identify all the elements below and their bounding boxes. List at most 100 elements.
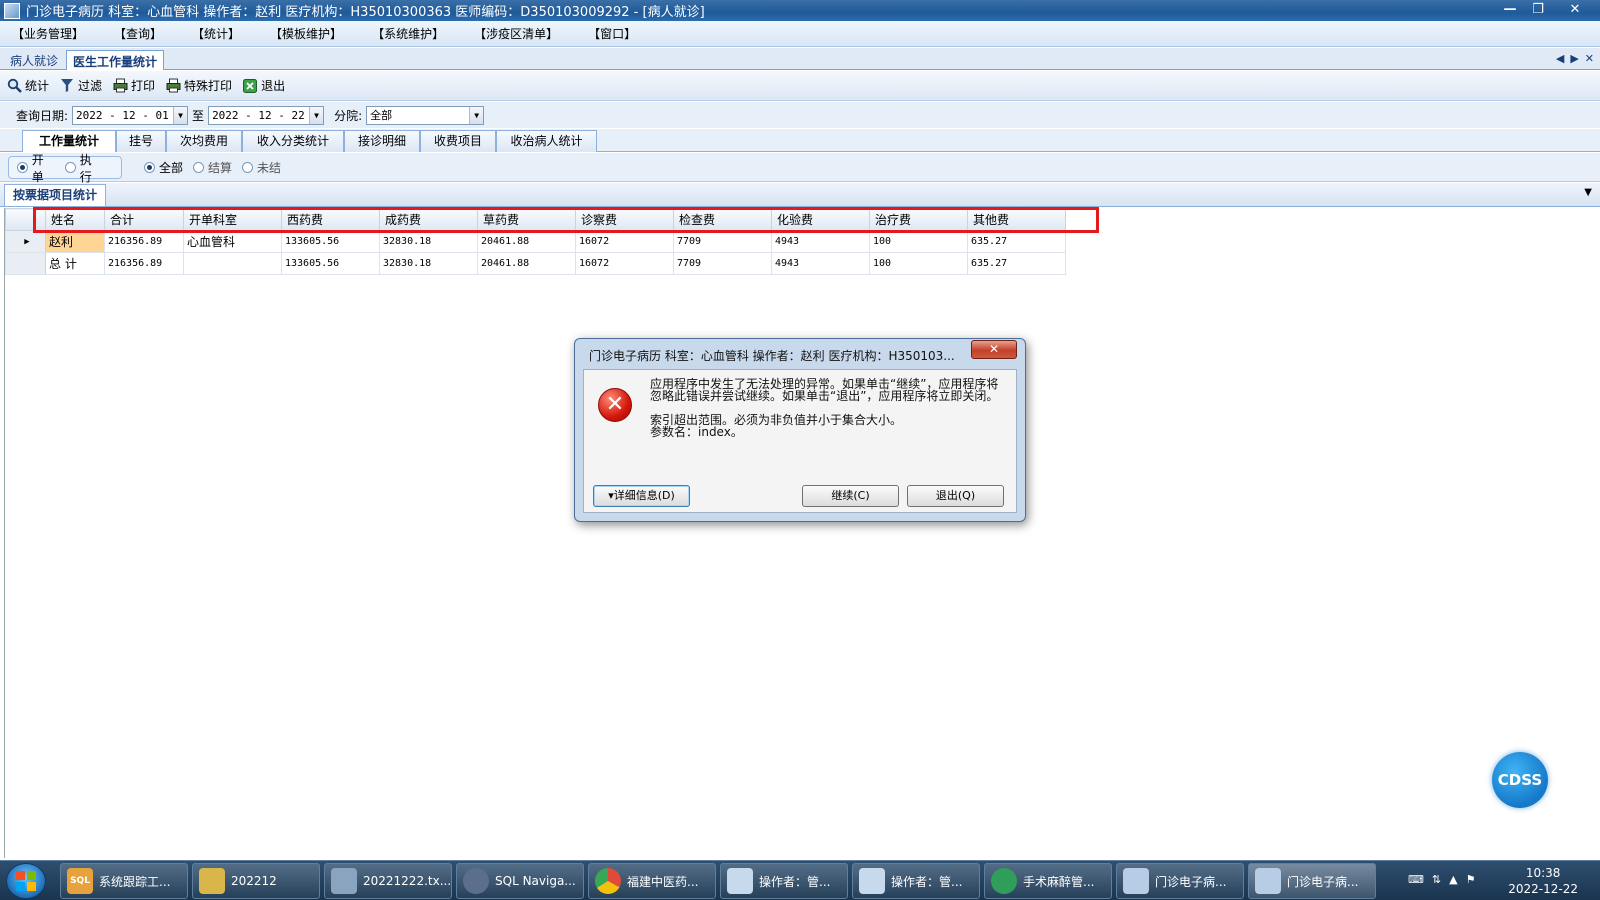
taskbar-item[interactable]: 操作者：管...	[852, 863, 980, 899]
tab-prev-icon[interactable]: ◀	[1556, 52, 1564, 65]
table-cell[interactable]: 216356.89	[104, 230, 184, 253]
radio-dot	[144, 162, 155, 173]
quit-button[interactable]: 退出(Q)	[907, 485, 1004, 507]
restore-button[interactable]: ❐	[1524, 0, 1552, 19]
branch-select[interactable]: 全部 ▼	[366, 105, 485, 125]
table-cell[interactable]: 32830.18	[379, 252, 478, 275]
current-row-marker[interactable]: ▶	[5, 230, 46, 253]
tab-workload-statistics[interactable]: 工作量统计	[22, 130, 116, 152]
tab-next-icon[interactable]: ▶	[1570, 52, 1578, 65]
taskbar-item[interactable]: 福建中医药...	[588, 863, 716, 899]
chevron-down-icon[interactable]: ▼	[309, 106, 324, 124]
taskbar-item-active[interactable]: 门诊电子病...	[1248, 863, 1376, 899]
print-button[interactable]: 打印	[112, 77, 155, 94]
function-tabs: 工作量统计 挂号 次均费用 收入分类统计 接诊明细 收费项目 收治病人统计	[0, 129, 1600, 152]
taskbar-item[interactable]: 手术麻醉管...	[984, 863, 1112, 899]
table-cell[interactable]: 133605.56	[281, 252, 380, 275]
tab-admitted-patients[interactable]: 收治病人统计	[496, 130, 597, 152]
exit-icon	[242, 78, 258, 94]
cdss-button[interactable]: CDSS	[1492, 752, 1548, 808]
menu-system[interactable]: 【系统维护】	[372, 25, 444, 42]
special-print-button[interactable]: 特殊打印	[165, 77, 232, 94]
table-cell[interactable]: 100	[869, 252, 968, 275]
date-to-picker[interactable]: 2022 - 12 - 22 ▼	[208, 105, 325, 125]
clock[interactable]: 10:38 2022-12-22	[1508, 865, 1578, 897]
table-cell[interactable]: 4943	[771, 230, 870, 253]
table-cell[interactable]: 216356.89	[104, 252, 184, 275]
error-message-param: 参数名：index。	[650, 425, 743, 439]
network-icon[interactable]: ⇅	[1432, 873, 1441, 886]
table-cell[interactable]: 16072	[575, 230, 674, 253]
menu-template[interactable]: 【模板维护】	[270, 25, 342, 42]
chevron-down-icon[interactable]: ▼	[173, 106, 188, 124]
table-row-total[interactable]: 总 计 216356.89 133605.56 32830.18 20461.8…	[5, 252, 1066, 275]
table-cell[interactable]: 100	[869, 230, 968, 253]
table-cell[interactable]: 32830.18	[379, 230, 478, 253]
radio-execute[interactable]: 执行	[65, 151, 103, 185]
dialog-close-button[interactable]: ✕	[971, 340, 1017, 359]
table-cell[interactable]: 16072	[575, 252, 674, 275]
table-cell[interactable]: 4943	[771, 252, 870, 275]
table-cell[interactable]: 7709	[673, 230, 772, 253]
menu-epidemic-list[interactable]: 【涉疫区清单】	[474, 25, 558, 42]
table-cell[interactable]	[183, 252, 282, 275]
tab-close-icon[interactable]: ✕	[1585, 52, 1594, 65]
emr-app-icon	[1255, 868, 1281, 894]
table-cell[interactable]: 7709	[673, 252, 772, 275]
start-button[interactable]	[6, 863, 46, 899]
system-tray: ⌨ ⇅ ▲ ⚑ 10:38 2022-12-22	[1400, 861, 1600, 900]
date-from-picker[interactable]: 2022 - 12 - 01 ▼	[72, 105, 189, 125]
radio-settled[interactable]: 结算	[193, 159, 232, 176]
table-cell[interactable]: 心血管科	[183, 230, 282, 253]
tab-income-category[interactable]: 收入分类统计	[242, 130, 344, 152]
tab-average-cost[interactable]: 次均费用	[166, 130, 242, 152]
menu-query[interactable]: 【查询】	[114, 25, 162, 42]
flag-icon[interactable]: ⚑	[1466, 873, 1476, 886]
details-button[interactable]: ▾详细信息(D)	[593, 485, 690, 507]
tab-registration[interactable]: 挂号	[116, 130, 166, 152]
menu-window[interactable]: 【窗口】	[588, 25, 636, 42]
group-header-bar: 按票据项目统计 ▼	[0, 183, 1600, 207]
minimize-button[interactable]: —	[1496, 0, 1524, 19]
menu-statistics[interactable]: 【统计】	[192, 25, 240, 42]
taskbar-item[interactable]: 20221222.tx...	[324, 863, 452, 899]
table-cell[interactable]: 20461.88	[477, 252, 576, 275]
doctor-app-icon	[727, 868, 753, 894]
table-row[interactable]: ▶ 赵利 216356.89 心血管科 133605.56 32830.18 2…	[5, 230, 1066, 253]
statistics-button[interactable]: 统计	[6, 77, 49, 94]
menu-business[interactable]: 【业务管理】	[12, 25, 84, 42]
taskbar-item[interactable]: SQL 系统跟踪工...	[60, 863, 188, 899]
date-to-value: 2022 - 12 - 22	[212, 108, 305, 122]
tab-visit-details[interactable]: 接诊明细	[344, 130, 420, 152]
close-window-button[interactable]: ✕	[1552, 0, 1598, 19]
taskbar-item[interactable]: 操作者：管...	[720, 863, 848, 899]
tray-expand-icon[interactable]: ▲	[1449, 873, 1457, 886]
chevron-down-icon[interactable]: ▼	[1584, 187, 1592, 198]
taskbar-item[interactable]: 门诊电子病...	[1116, 863, 1244, 899]
table-cell[interactable]: 635.27	[967, 230, 1066, 253]
to-label: 至	[192, 108, 205, 123]
settlement-group: 全部 结算 未结	[144, 156, 291, 179]
table-cell[interactable]: 635.27	[967, 252, 1066, 275]
windows-logo-icon	[16, 871, 36, 891]
keyboard-icon[interactable]: ⌨	[1408, 873, 1424, 886]
exit-button[interactable]: 退出	[242, 77, 285, 94]
table-cell[interactable]: 总 计	[45, 252, 105, 275]
chevron-down-icon[interactable]: ▼	[469, 106, 484, 124]
radio-order[interactable]: 开单	[17, 151, 55, 185]
radio-unsettled[interactable]: 未结	[242, 159, 281, 176]
row-selector[interactable]	[5, 252, 46, 275]
tab-doctor-workload[interactable]: 医生工作量统计	[66, 50, 165, 70]
filter-button[interactable]: 过滤	[59, 77, 102, 94]
taskbar-item[interactable]: 202212	[192, 863, 320, 899]
group-title[interactable]: 按票据项目统计	[4, 184, 107, 206]
error-icon: ✕	[598, 388, 632, 422]
tab-charge-items[interactable]: 收费项目	[420, 130, 496, 152]
table-cell[interactable]: 赵利	[45, 230, 105, 253]
tab-patient-visit[interactable]: 病人就诊	[4, 50, 64, 70]
table-cell[interactable]: 133605.56	[281, 230, 380, 253]
radio-all[interactable]: 全部	[144, 159, 183, 176]
table-cell[interactable]: 20461.88	[477, 230, 576, 253]
taskbar-item[interactable]: SQL Naviga...	[456, 863, 584, 899]
continue-button[interactable]: 继续(C)	[802, 485, 899, 507]
